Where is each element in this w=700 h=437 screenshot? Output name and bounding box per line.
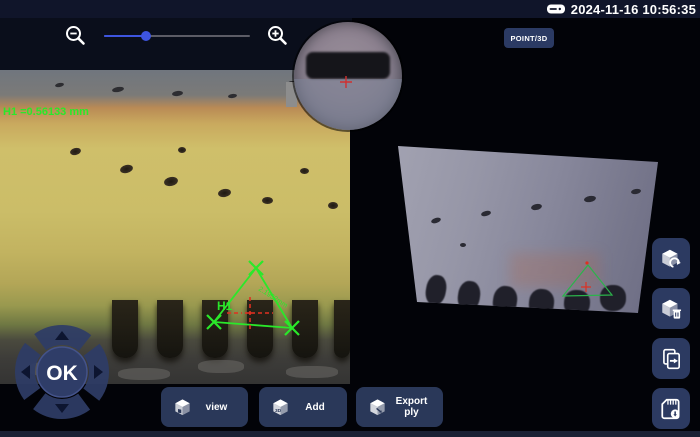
cube-delete-icon xyxy=(659,297,683,321)
vertex-markers[interactable] xyxy=(207,261,299,335)
save-card-button[interactable] xyxy=(652,388,690,429)
zoom-slider-fill xyxy=(104,35,146,37)
reset-view-button[interactable] xyxy=(652,238,690,279)
view-button-label: view xyxy=(193,402,248,413)
inset-crosshair xyxy=(338,74,354,90)
cube-3d-add-icon: 3D xyxy=(270,397,291,418)
view-button[interactable]: view xyxy=(161,387,248,427)
zoom-slider-thumb[interactable] xyxy=(141,31,151,41)
magnifier-minus-icon[interactable] xyxy=(64,24,87,47)
cube-export-icon xyxy=(367,397,388,418)
navigation-dpad[interactable]: OK xyxy=(8,318,116,426)
point-label-text: H1 xyxy=(217,299,233,313)
export-ply-button-label: Export ply xyxy=(388,396,443,418)
cube-view-icon xyxy=(172,397,193,418)
measure-cursor[interactable] xyxy=(227,297,273,330)
export-ply-button[interactable]: Export ply xyxy=(356,387,443,427)
magnifier-plus-icon[interactable] xyxy=(266,24,289,47)
delete-cloud-button[interactable] xyxy=(652,288,690,329)
add-button[interactable]: 3D Add xyxy=(259,387,347,427)
mode-point3d-button[interactable]: POINT/3D xyxy=(504,28,554,48)
storage-drive-icon xyxy=(546,2,566,16)
cloud-measurement-overlay xyxy=(390,125,670,325)
ok-button-label: OK xyxy=(46,362,78,385)
cube-3d-label: 3D xyxy=(275,407,282,413)
datetime-text: 2024-11-16 10:56:35 xyxy=(571,2,696,17)
save-card-icon xyxy=(659,397,683,421)
magnifier-inset xyxy=(294,22,402,130)
export-file-button[interactable] xyxy=(652,338,690,379)
file-export-icon xyxy=(659,347,683,371)
measurement-app: 2024-11-16 10:56:35 POINT/3D xyxy=(0,0,700,437)
cube-restore-icon xyxy=(659,247,683,271)
h1-result-text: H1 =0.56133 mm xyxy=(3,106,89,118)
bottom-edge-strip xyxy=(0,431,700,437)
add-button-label: Add xyxy=(291,402,347,413)
side-length-text: 2.1952mm xyxy=(257,286,289,310)
pointcloud-view[interactable] xyxy=(390,125,670,325)
status-bar: 2024-11-16 10:56:35 xyxy=(0,0,700,18)
